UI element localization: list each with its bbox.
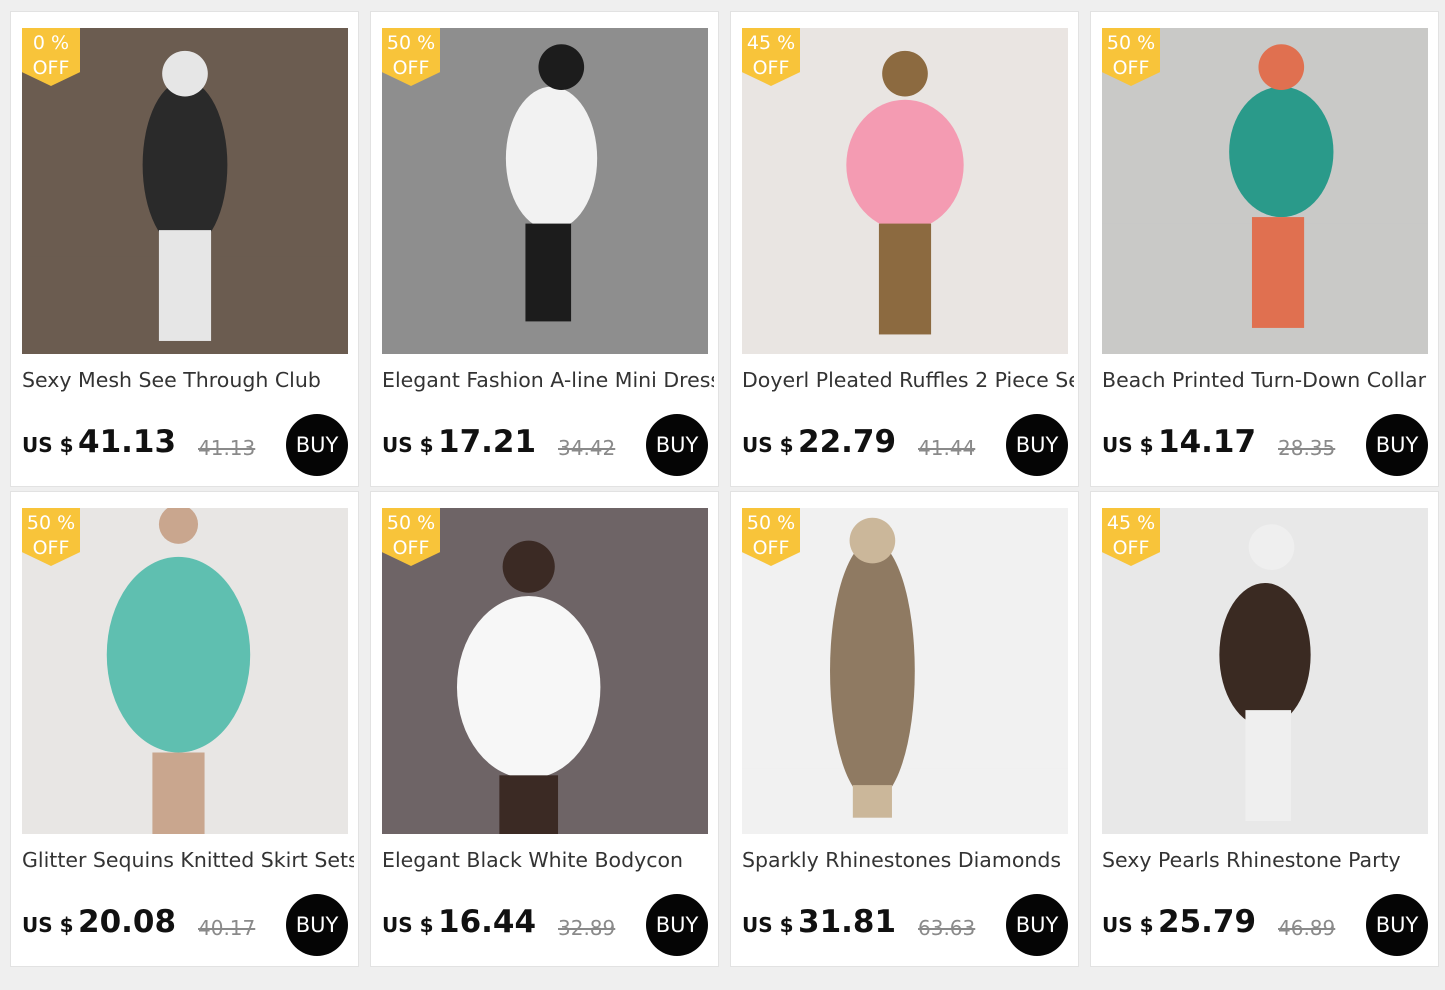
discount-percent: 45 % <box>1106 512 1156 534</box>
currency-label: US $ <box>742 433 794 457</box>
original-price: 34.42 <box>558 436 616 460</box>
product-card[interactable]: 0 % OFF Sexy Mesh See Through Club US $ … <box>10 11 359 487</box>
discount-percent: 50 % <box>1106 32 1156 54</box>
sale-price: 16.44 <box>438 904 537 940</box>
product-title[interactable]: Glitter Sequins Knitted Skirt Sets <box>22 848 354 872</box>
product-card[interactable]: 45 % OFF Doyerl Pleated Ruffles 2 Piece … <box>730 11 1079 487</box>
currency-label: US $ <box>382 913 434 937</box>
sale-price: 17.21 <box>438 424 537 460</box>
sale-price: 25.79 <box>1158 904 1257 940</box>
discount-percent: 45 % <box>746 32 796 54</box>
sale-price: 14.17 <box>1158 424 1257 460</box>
discount-percent: 0 % <box>32 32 70 54</box>
product-image[interactable] <box>742 28 1068 354</box>
product-title[interactable]: Sexy Mesh See Through Club <box>22 368 354 392</box>
discount-percent: 50 % <box>386 512 436 534</box>
price-row: US $ 16.44 32.89 BUY <box>382 894 708 956</box>
discount-percent: 50 % <box>26 512 76 534</box>
product-image[interactable] <box>742 508 1068 834</box>
product-image[interactable] <box>1102 28 1428 354</box>
buy-button[interactable]: BUY <box>646 414 708 476</box>
sale-price: 20.08 <box>78 904 177 940</box>
product-image[interactable] <box>382 28 708 354</box>
product-card[interactable]: 50 % OFF Elegant Black White Bodycon US … <box>370 491 719 967</box>
price-row: US $ 31.81 63.63 BUY <box>742 894 1068 956</box>
buy-button[interactable]: BUY <box>286 414 348 476</box>
price-row: US $ 41.13 41.13 BUY <box>22 414 348 476</box>
currency-label: US $ <box>742 913 794 937</box>
product-card[interactable]: 45 % OFF Sexy Pearls Rhinestone Party US… <box>1090 491 1439 967</box>
original-price: 32.89 <box>558 916 616 940</box>
product-card[interactable]: 50 % OFF Beach Printed Turn-Down Collar … <box>1090 11 1439 487</box>
buy-button[interactable]: BUY <box>1006 894 1068 956</box>
product-image[interactable] <box>22 28 348 354</box>
price-row: US $ 22.79 41.44 BUY <box>742 414 1068 476</box>
discount-percent: 50 % <box>746 512 796 534</box>
product-title[interactable]: Beach Printed Turn-Down Collar <box>1102 368 1434 392</box>
buy-button[interactable]: BUY <box>1006 414 1068 476</box>
price-row: US $ 14.17 28.35 BUY <box>1102 414 1428 476</box>
product-title[interactable]: Sparkly Rhinestones Diamonds <box>742 848 1074 872</box>
price-row: US $ 25.79 46.89 BUY <box>1102 894 1428 956</box>
original-price: 46.89 <box>1278 916 1336 940</box>
product-grid: 0 % OFF Sexy Mesh See Through Club US $ … <box>10 11 1440 971</box>
product-image[interactable] <box>1102 508 1428 834</box>
product-image[interactable] <box>382 508 708 834</box>
product-card[interactable]: 50 % OFF Sparkly Rhinestones Diamonds US… <box>730 491 1079 967</box>
currency-label: US $ <box>1102 913 1154 937</box>
original-price: 40.17 <box>198 916 256 940</box>
price-row: US $ 20.08 40.17 BUY <box>22 894 348 956</box>
original-price: 63.63 <box>918 916 976 940</box>
discount-percent: 50 % <box>386 32 436 54</box>
buy-button[interactable]: BUY <box>1366 894 1428 956</box>
sale-price: 22.79 <box>798 424 897 460</box>
buy-button[interactable]: BUY <box>286 894 348 956</box>
product-title[interactable]: Elegant Fashion A-line Mini Dress <box>382 368 714 392</box>
currency-label: US $ <box>1102 433 1154 457</box>
currency-label: US $ <box>382 433 434 457</box>
price-row: US $ 17.21 34.42 BUY <box>382 414 708 476</box>
buy-button[interactable]: BUY <box>1366 414 1428 476</box>
product-card[interactable]: 50 % OFF Elegant Fashion A-line Mini Dre… <box>370 11 719 487</box>
original-price: 41.44 <box>918 436 976 460</box>
product-title[interactable]: Elegant Black White Bodycon <box>382 848 714 872</box>
original-price: 41.13 <box>198 436 256 460</box>
product-image[interactable] <box>22 508 348 834</box>
currency-label: US $ <box>22 433 74 457</box>
product-title[interactable]: Sexy Pearls Rhinestone Party <box>1102 848 1434 872</box>
sale-price: 31.81 <box>798 904 897 940</box>
currency-label: US $ <box>22 913 74 937</box>
sale-price: 41.13 <box>78 424 177 460</box>
product-card[interactable]: 50 % OFF Glitter Sequins Knitted Skirt S… <box>10 491 359 967</box>
buy-button[interactable]: BUY <box>646 894 708 956</box>
original-price: 28.35 <box>1278 436 1336 460</box>
product-title[interactable]: Doyerl Pleated Ruffles 2 Piece Set <box>742 368 1074 392</box>
